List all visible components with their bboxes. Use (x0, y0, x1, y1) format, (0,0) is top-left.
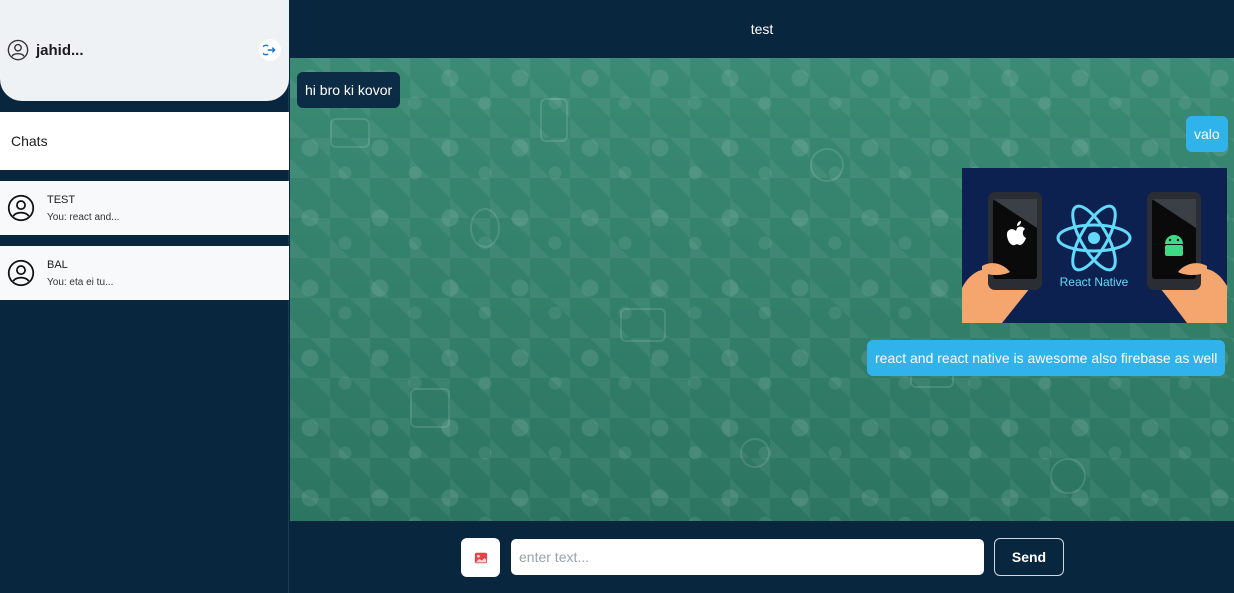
message-image[interactable]: React Native (962, 168, 1227, 323)
image-caption: React Native (1060, 275, 1129, 289)
logout-button[interactable] (259, 39, 281, 61)
background-doodle (540, 98, 568, 142)
image-icon (474, 552, 487, 563)
background-doodle (810, 148, 844, 182)
chat-last-message: You: react and... (47, 212, 120, 223)
chat-name: BAL (47, 259, 68, 271)
user-circle-icon (7, 39, 29, 61)
background-doodle (410, 388, 450, 428)
chats-heading: Chats (0, 112, 289, 170)
username: jahid... (36, 42, 84, 59)
chat-list-item-bal[interactable]: BAL You: eta ei tu... (0, 246, 289, 300)
sidebar: jahid... Chats TEST You: react and... BA… (0, 0, 289, 593)
chat-name: TEST (47, 194, 76, 206)
send-button[interactable]: Send (994, 538, 1064, 576)
chat-last-message: You: eta ei tu... (47, 277, 114, 288)
background-doodle (1050, 458, 1086, 494)
react-native-image: React Native (962, 168, 1227, 323)
logout-icon (263, 44, 276, 56)
message-input[interactable] (511, 539, 984, 575)
conversation-title: test (750, 21, 774, 37)
message-outgoing: react and react native is awesome also f… (867, 340, 1226, 376)
conversation-header: test (290, 0, 1234, 58)
message-incoming: hi bro ki kovor (297, 72, 401, 108)
user-circle-icon (7, 259, 35, 287)
background-doodle (330, 118, 370, 148)
profile-header: jahid... (0, 0, 289, 101)
chat-list-item-test[interactable]: TEST You: react and... (0, 181, 289, 235)
user-circle-icon (7, 194, 35, 222)
chats-heading-label: Chats (11, 133, 48, 149)
attach-image-button[interactable] (461, 538, 500, 577)
android-icon (1165, 235, 1183, 256)
background-doodle (740, 438, 770, 468)
message-outgoing: valo (1186, 116, 1228, 152)
background-doodle (620, 308, 666, 342)
background-doodle (470, 208, 500, 248)
